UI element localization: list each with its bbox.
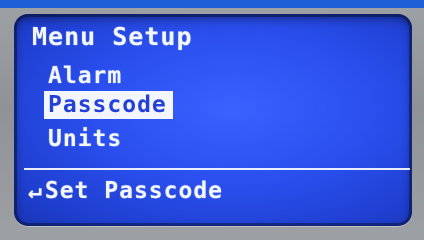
menu-item-passcode[interactable]: Passcode (44, 91, 173, 119)
footer-divider (24, 168, 410, 170)
device-bezel: Menu Setup Alarm Passcode Units ↵Set Pas… (0, 0, 424, 240)
enter-return-icon: ↵ (28, 178, 43, 204)
menu-title: Menu Setup (32, 22, 193, 51)
menu-item-units[interactable]: Units (48, 126, 122, 152)
footer-hint: ↵Set Passcode (28, 178, 223, 204)
footer-label: Set Passcode (44, 178, 224, 204)
menu-item-alarm[interactable]: Alarm (48, 63, 122, 89)
bezel-top-strip (0, 0, 424, 8)
lcd-screen: Menu Setup Alarm Passcode Units ↵Set Pas… (14, 14, 412, 226)
